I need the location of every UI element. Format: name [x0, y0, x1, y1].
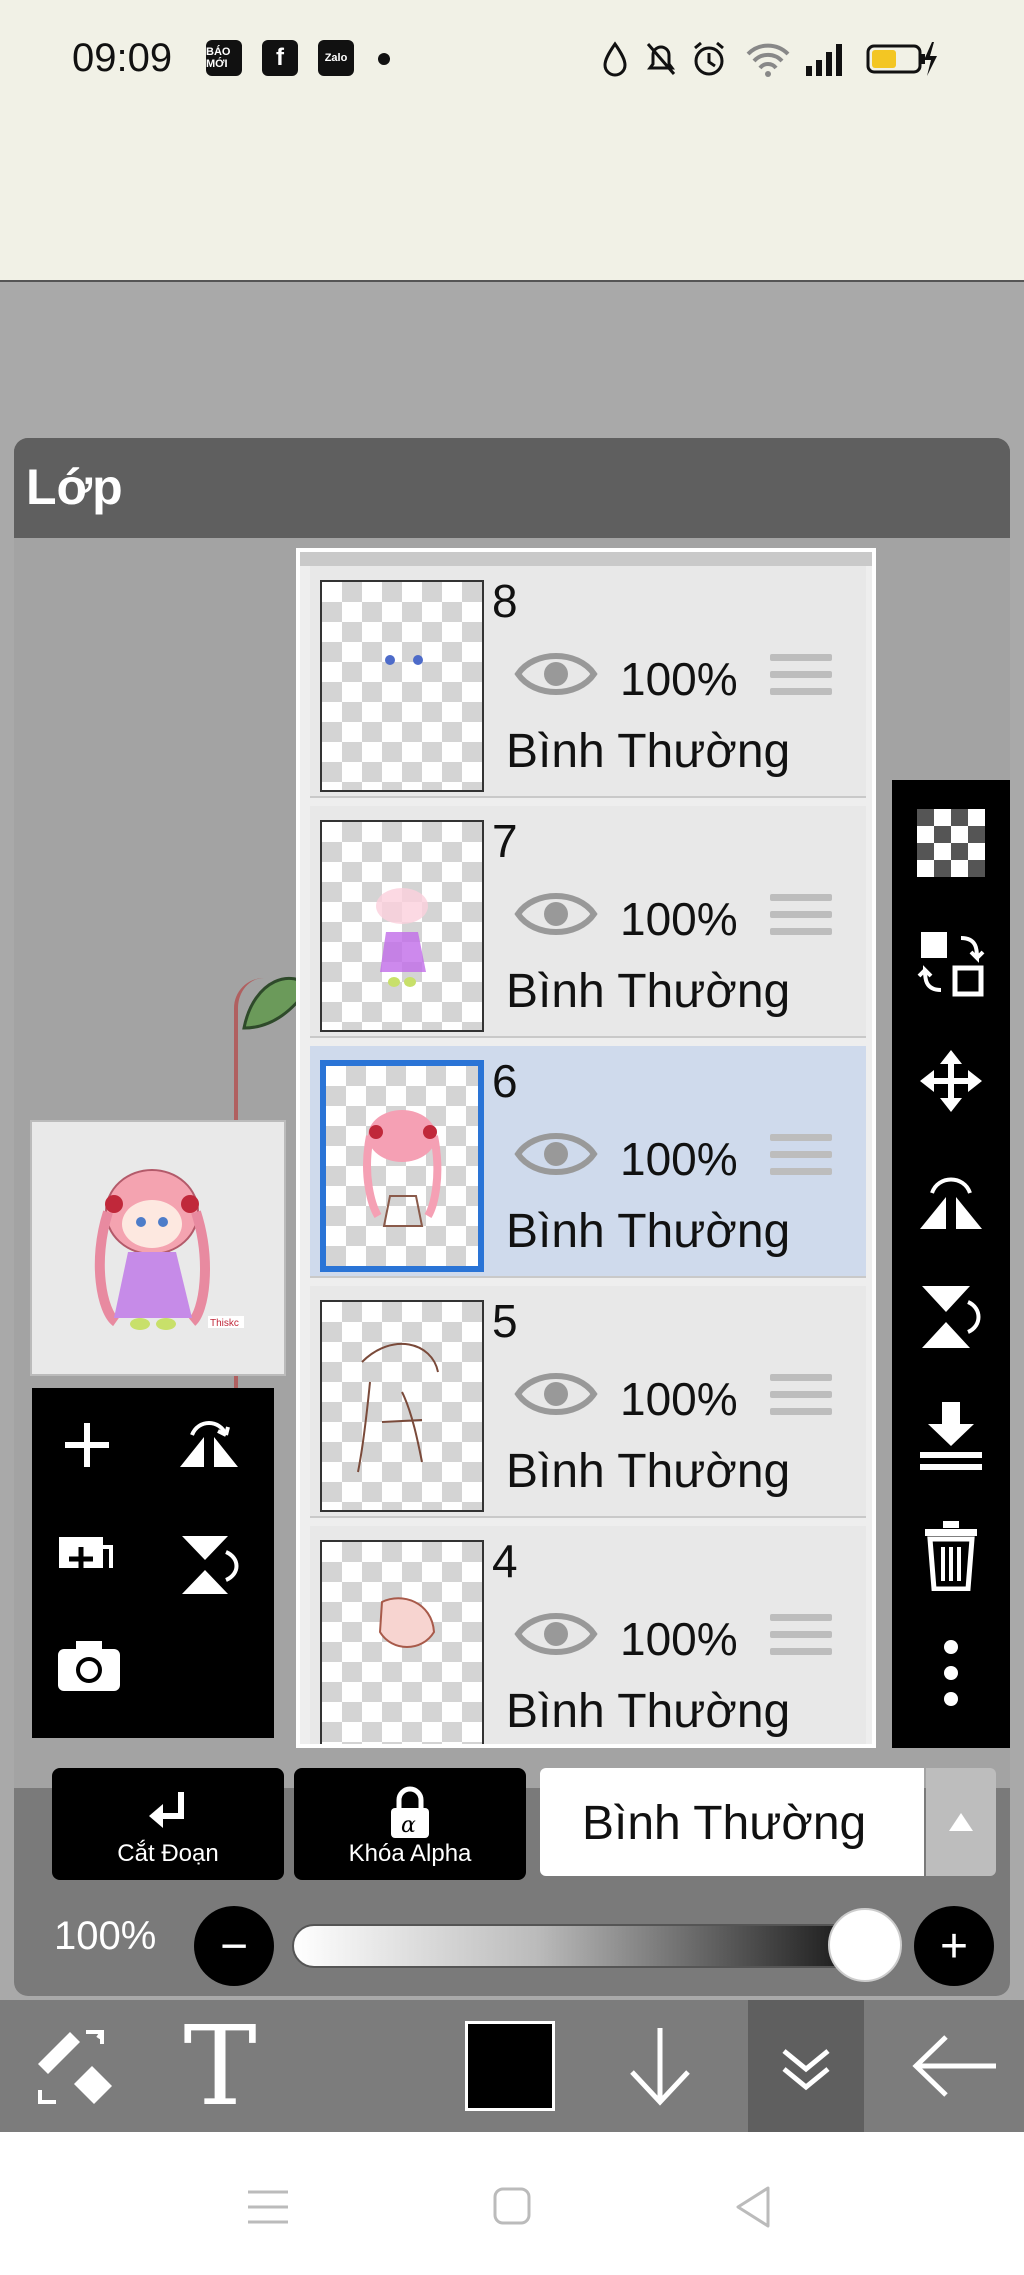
- facebook-notification-icon: f: [262, 40, 298, 76]
- layer-row[interactable]: 8 100% Bình Thường: [310, 566, 866, 798]
- back-arrow-icon[interactable]: [900, 2012, 1010, 2120]
- alarm-icon: [694, 41, 724, 76]
- opacity-slider-knob[interactable]: [828, 1908, 902, 1982]
- flip-vertical-icon[interactable]: [916, 1282, 986, 1352]
- opacity-plus-button[interactable]: +: [914, 1906, 994, 1986]
- eye-icon[interactable]: [514, 1604, 598, 1664]
- eye-icon[interactable]: [514, 1124, 598, 1184]
- layer-opacity: 100%: [620, 1613, 738, 1665]
- layer-row[interactable]: 4 100% Bình Thường: [310, 1526, 866, 1744]
- drag-handle-icon[interactable]: [770, 1614, 832, 1664]
- add-layer-icon[interactable]: [52, 1410, 122, 1480]
- layer-thumbnail: [320, 580, 484, 792]
- layer-row[interactable]: 7 100% Bình Thường: [310, 806, 866, 1038]
- arrow-down-icon[interactable]: [610, 2012, 710, 2120]
- layer-number: 7: [492, 815, 518, 867]
- more-notifications-dot-icon: [378, 53, 390, 65]
- layer-number: 8: [492, 575, 518, 627]
- preview-signature: Thiskc: [210, 1318, 239, 1329]
- layer-opacity: 100%: [620, 1133, 738, 1185]
- drag-handle-icon[interactable]: [770, 654, 832, 704]
- layer-blend-mode: Bình Thường: [506, 1205, 791, 1258]
- drag-handle-icon[interactable]: [770, 894, 832, 944]
- battery-charging-icon: [866, 42, 937, 76]
- canvas-preview[interactable]: Thiskc: [30, 1120, 286, 1376]
- double-chevron-down-icon: [782, 2049, 830, 2091]
- wifi-icon: [746, 43, 790, 77]
- menu-icon[interactable]: [246, 2188, 290, 2226]
- back-icon[interactable]: [732, 2184, 774, 2230]
- layer-blend-mode: Bình Thường: [506, 1685, 791, 1738]
- status-bar: 09:09 BÁO MỚI f Zalo: [0, 0, 1024, 120]
- opacity-value: 100%: [54, 1914, 157, 1958]
- clip-label: Cắt Đoạn: [117, 1840, 219, 1867]
- color-swatch[interactable]: [456, 2012, 564, 2120]
- blend-mode-dropdown-button[interactable]: [926, 1768, 996, 1876]
- transform-tool-icon[interactable]: [20, 2012, 130, 2120]
- bottom-toolbar: T: [0, 2000, 1024, 2132]
- opacity-minus-button[interactable]: −: [194, 1906, 274, 1986]
- baomoi-notification-icon: BÁO MỚI: [206, 40, 242, 76]
- layer-blend-mode: Bình Thường: [506, 965, 791, 1018]
- eye-icon[interactable]: [514, 644, 598, 704]
- layer-opacity: 100%: [620, 1373, 738, 1425]
- flip-vertical-icon[interactable]: [174, 1530, 244, 1600]
- layer-opacity: 100%: [620, 893, 738, 945]
- blend-mode-select[interactable]: Bình Thường: [540, 1768, 924, 1876]
- flip-horizontal-icon[interactable]: [174, 1410, 244, 1480]
- home-icon[interactable]: [492, 2186, 532, 2226]
- system-nav-bar: [0, 2132, 1024, 2275]
- drag-handle-icon[interactable]: [770, 1134, 832, 1184]
- panel-header: Lớp: [14, 438, 1010, 538]
- opacity-slider[interactable]: [292, 1924, 902, 1968]
- layer-opacity: 100%: [620, 653, 738, 705]
- trash-icon[interactable]: [916, 1520, 986, 1591]
- bell-muted-icon: [646, 43, 676, 75]
- layer-number: 6: [492, 1055, 518, 1107]
- zalo-notification-icon: Zalo: [318, 40, 354, 76]
- right-toolbar: [892, 780, 1010, 1748]
- move-icon[interactable]: [916, 1046, 986, 1116]
- more-icon[interactable]: [916, 1638, 986, 1708]
- transparent-layer-icon[interactable]: [916, 808, 986, 878]
- merge-down-icon[interactable]: [916, 1400, 986, 1470]
- drag-handle-icon[interactable]: [770, 1374, 832, 1424]
- camera-toolbar: [32, 1568, 152, 1738]
- preview-artwork: Thiskc: [94, 1169, 244, 1330]
- layer-thumbnail: [320, 1540, 484, 1744]
- alpha-lock-button[interactable]: α Khóa Alpha: [294, 1768, 526, 1880]
- svg-text:α: α: [401, 1813, 416, 1838]
- layer-number: 5: [492, 1295, 518, 1347]
- clip-arrow-icon: [149, 1792, 184, 1828]
- eye-icon[interactable]: [514, 1364, 598, 1424]
- list-top-edge: [300, 552, 872, 566]
- layer-thumbnail: [320, 820, 484, 1032]
- layer-number: 4: [492, 1535, 518, 1587]
- text-tool-icon[interactable]: T: [160, 2002, 280, 2130]
- signal-icon: [806, 44, 842, 76]
- layer-row-selected[interactable]: 6 100% Bình Thường: [310, 1046, 866, 1278]
- clock: 09:09: [72, 36, 173, 80]
- swap-layer-icon[interactable]: [916, 928, 986, 998]
- alpha-lock-label: Khóa Alpha: [348, 1840, 472, 1867]
- layer-thumbnail: [320, 1060, 484, 1272]
- eye-icon[interactable]: [514, 884, 598, 944]
- primary-color-swatch: [465, 2021, 555, 2111]
- layer-blend-mode: Bình Thường: [506, 725, 791, 778]
- triangle-up-icon: [949, 1813, 973, 1831]
- lock-icon: α: [391, 1786, 429, 1838]
- layer-blend-mode: Bình Thường: [506, 1445, 791, 1498]
- droplet-icon: [603, 41, 627, 77]
- collapse-panel-button[interactable]: [748, 2000, 864, 2132]
- clip-button[interactable]: Cắt Đoạn: [52, 1768, 284, 1880]
- camera-icon[interactable]: [54, 1630, 124, 1700]
- layer-row[interactable]: 5 100% Bình Thường: [310, 1286, 866, 1518]
- layer-list[interactable]: 8 100% Bình Thường 7 100% Bình Thường 6 …: [296, 548, 876, 1748]
- blend-mode-value: Bình Thường: [582, 1797, 867, 1850]
- flip-horizontal-icon[interactable]: [916, 1166, 986, 1236]
- layer-thumbnail: [320, 1300, 484, 1512]
- layer-panel: Lớp Thiskc 8 100% Bình Thường 7 100% Bìn…: [14, 438, 1010, 1996]
- panel-title: Lớp: [26, 459, 123, 515]
